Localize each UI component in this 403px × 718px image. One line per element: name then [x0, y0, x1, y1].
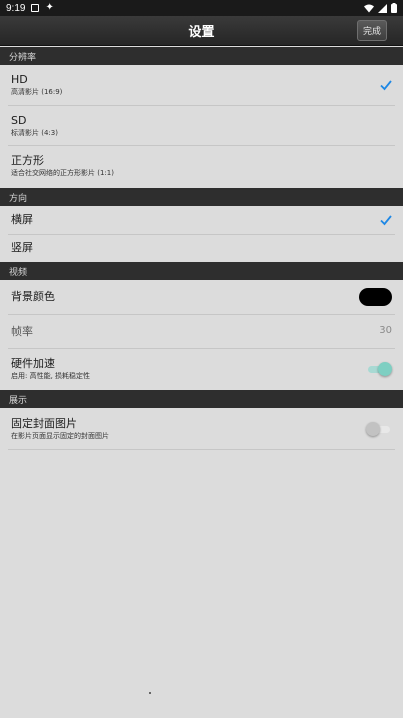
- option-title: 横屏: [11, 213, 33, 226]
- option-subtitle: 标清影片 (4:3): [11, 128, 58, 137]
- option-title: HD: [11, 73, 28, 86]
- done-button[interactable]: 完成: [357, 20, 387, 41]
- orientation-option-portrait[interactable]: 竖屏: [0, 235, 403, 261]
- signal-icon: [378, 3, 387, 13]
- option-title: 固定封面图片: [11, 416, 77, 430]
- fixed-cover-row[interactable]: 固定封面图片 在影片页面显示固定的封面图片: [0, 408, 403, 449]
- status-time: 9:19: [6, 2, 26, 14]
- nav-bar: 设置 完成: [0, 16, 403, 46]
- resolution-option-square[interactable]: 正方形 适合社交网络的正方形影片 (1:1): [0, 146, 403, 186]
- option-subtitle: 适合社交网络的正方形影片 (1:1): [11, 169, 114, 177]
- option-subtitle: 启用: 高性能, 损耗稳定性: [11, 372, 91, 380]
- square-icon: [31, 4, 40, 12]
- nav-indicator-dot: [149, 692, 151, 694]
- frame-rate-row[interactable]: 帧率 30: [0, 315, 403, 348]
- section-header-orientation: 方向: [0, 188, 403, 206]
- divider: [8, 449, 395, 450]
- status-bar: 9:19 ✦: [0, 0, 403, 16]
- option-title: SD: [11, 113, 27, 127]
- color-swatch[interactable]: [359, 288, 392, 306]
- section-header-display: 展示: [0, 390, 403, 408]
- page-title: 设置: [188, 25, 215, 40]
- option-title: 正方形: [11, 154, 44, 167]
- resolution-option-hd[interactable]: HD 高清影片 (16:9): [0, 65, 403, 105]
- bug-icon: ✦: [45, 2, 54, 13]
- frame-rate-value: 30: [379, 325, 392, 336]
- section-header-resolution: 分辨率: [0, 47, 403, 65]
- toggle-knob: [378, 362, 392, 376]
- section-header-video: 视频: [0, 262, 403, 280]
- wifi-icon: [364, 4, 374, 12]
- fixed-cover-toggle[interactable]: [366, 422, 392, 436]
- battery-icon: [391, 3, 397, 13]
- checkmark-icon: [380, 215, 392, 226]
- background-color-row[interactable]: 背景颜色: [0, 280, 403, 314]
- option-subtitle: 高清影片 (16:9): [11, 88, 63, 96]
- hardware-accel-row[interactable]: 硬件加速 启用: 高性能, 损耗稳定性: [0, 349, 403, 389]
- toggle-knob: [366, 422, 380, 436]
- option-title: 帧率: [11, 324, 33, 338]
- orientation-option-landscape[interactable]: 横屏: [0, 206, 403, 234]
- option-title: 背景颜色: [11, 290, 55, 303]
- option-title: 竖屏: [11, 241, 33, 254]
- resolution-option-sd[interactable]: SD 标清影片 (4:3): [0, 106, 403, 145]
- hardware-accel-toggle[interactable]: [366, 362, 392, 376]
- checkmark-icon: [380, 80, 392, 91]
- option-title: 硬件加速: [11, 357, 55, 370]
- option-subtitle: 在影片页面显示固定的封面图片: [11, 431, 109, 440]
